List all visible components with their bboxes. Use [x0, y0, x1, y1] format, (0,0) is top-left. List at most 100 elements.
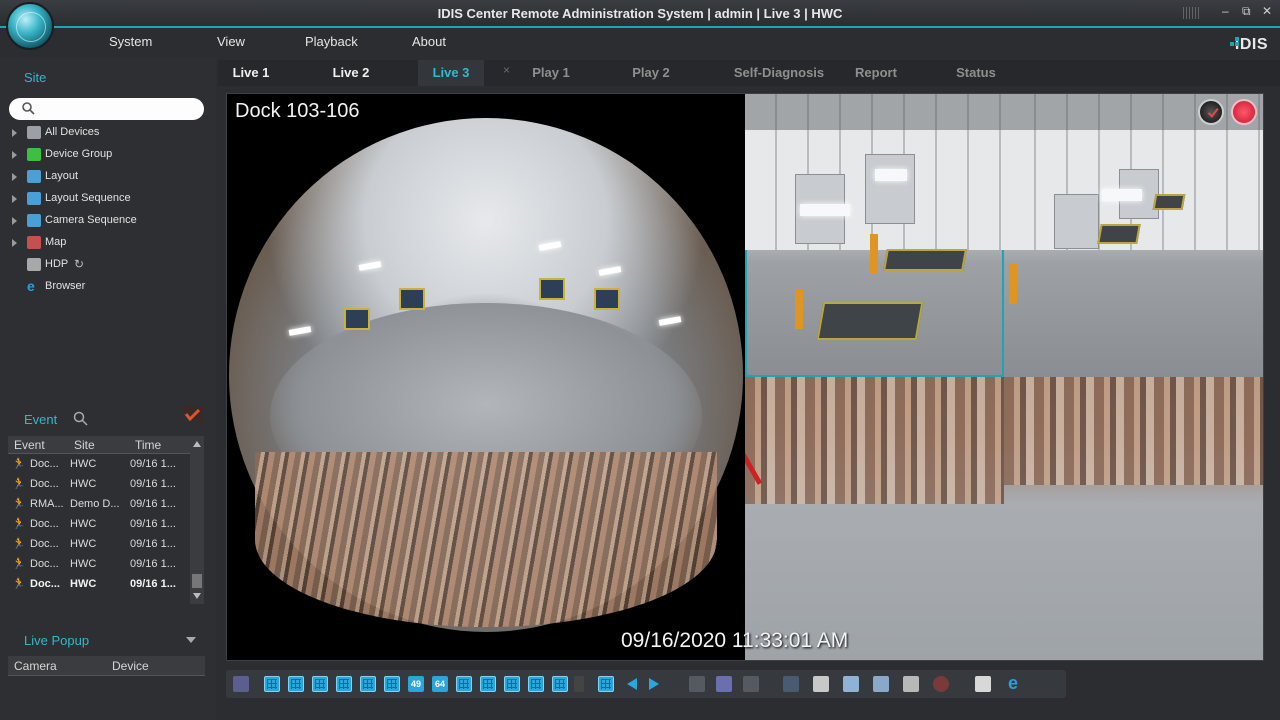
resize-grip-icon[interactable] — [1183, 7, 1199, 19]
event-search-icon[interactable] — [72, 411, 90, 427]
video-wall: Dock 103-106 09/16/2020 11:33:01 AM — [226, 93, 1264, 661]
event-col-event[interactable]: Event — [14, 438, 45, 452]
tree-item-device-group[interactable]: Device Group — [12, 147, 207, 165]
site-search-input[interactable] — [9, 98, 204, 120]
event-row[interactable]: 🏃 Doc... HWC 09/16 1... — [8, 475, 194, 495]
layout-1x1-icon[interactable] — [264, 676, 280, 692]
tab-status[interactable]: Status — [938, 60, 1014, 86]
tab-play-1[interactable]: Play 1 — [518, 60, 584, 86]
site-section-title: Site — [24, 70, 47, 85]
layout-custom-4-icon[interactable] — [528, 676, 544, 692]
event-row[interactable]: 🏃 Doc... HWC 09/16 1... — [8, 515, 194, 535]
scroll-down-icon[interactable] — [193, 593, 201, 599]
expand-arrow-icon[interactable] — [12, 173, 17, 181]
record-button-icon[interactable] — [1231, 99, 1257, 125]
menu-playback[interactable]: Playback — [305, 34, 358, 49]
menu-system[interactable]: System — [109, 34, 152, 49]
tab-live-2[interactable]: Live 2 — [318, 60, 384, 86]
event-row[interactable]: 🏃 Doc... HWC 09/16 1... — [8, 535, 194, 555]
tree-item-layout-sequence[interactable]: Layout Sequence — [12, 191, 207, 209]
event-row[interactable]: 🏃 Doc... HWC 09/16 1... — [8, 555, 194, 575]
collapse-arrow-icon[interactable] — [186, 637, 196, 643]
minimize-button[interactable]: – — [1222, 4, 1229, 18]
event-section-title: Event — [24, 412, 58, 427]
camera-title: Dock 103-106 — [235, 100, 360, 122]
menu-about[interactable]: About — [412, 34, 446, 49]
event-row[interactable]: 🏃 Doc... HWC 09/16 1... — [8, 575, 194, 595]
event-cell-site: Demo D... — [70, 498, 120, 510]
popup-col-camera[interactable]: Camera — [14, 659, 57, 673]
camera-cell-fisheye[interactable]: Dock 103-106 — [227, 94, 745, 660]
tree-item-label: HDP — [45, 258, 69, 270]
tree-item-camera-sequence[interactable]: Camera Sequence — [12, 213, 207, 231]
printer-icon[interactable] — [903, 676, 919, 692]
menu-view[interactable]: View — [217, 34, 245, 49]
layout-custom-3-icon[interactable] — [504, 676, 520, 692]
tab-close-icon[interactable]: × — [503, 63, 510, 77]
tab-live-3[interactable]: Live 3 — [418, 60, 484, 86]
save-icon[interactable] — [843, 676, 859, 692]
event-row[interactable]: 🏃 Doc... HWC 09/16 1... — [8, 455, 194, 475]
tree-item-label: Device Group — [45, 148, 113, 160]
camera-cell-5[interactable] — [1004, 377, 1263, 660]
expand-arrow-icon[interactable] — [12, 239, 17, 247]
record-status-icon[interactable] — [1198, 99, 1224, 125]
event-filter-check-icon[interactable] — [178, 406, 204, 426]
tree-item-layout[interactable]: Layout — [12, 169, 207, 187]
hdp-icon — [27, 258, 41, 271]
event-cell-event: Doc... — [30, 518, 59, 530]
event-scrollbar[interactable] — [190, 436, 204, 604]
layout-3x3-icon[interactable] — [312, 676, 328, 692]
motion-event-icon: 🏃 — [12, 578, 26, 590]
tab-self-diagnosis[interactable]: Self-Diagnosis — [718, 60, 840, 86]
camera-cell-3[interactable] — [1004, 94, 1263, 377]
previous-page-icon[interactable] — [624, 676, 640, 692]
next-page-icon[interactable] — [646, 676, 662, 692]
event-col-site[interactable]: Site — [74, 438, 95, 452]
cube-icon[interactable] — [783, 676, 799, 692]
record-icon[interactable] — [933, 676, 949, 692]
expand-arrow-icon[interactable] — [12, 195, 17, 203]
event-col-time[interactable]: Time — [135, 438, 161, 452]
layout-6x6-icon[interactable] — [384, 676, 400, 692]
document-icon[interactable] — [813, 676, 829, 692]
scroll-thumb[interactable] — [192, 574, 202, 588]
layout-5x5-icon[interactable] — [360, 676, 376, 692]
layout-custom-5-icon[interactable] — [552, 676, 568, 692]
expand-arrow-icon[interactable] — [12, 151, 17, 159]
popup-col-device[interactable]: Device — [112, 659, 149, 673]
tree-item-map[interactable]: Map — [12, 235, 207, 253]
expand-arrow-icon[interactable] — [12, 129, 17, 137]
camera-grid-icon[interactable] — [716, 676, 732, 692]
layout-49-icon[interactable]: 49 — [408, 676, 424, 692]
tab-live-1[interactable]: Live 1 — [218, 60, 284, 86]
book-icon[interactable] — [975, 676, 991, 692]
camera-sequence-icon — [27, 214, 41, 227]
close-button[interactable]: ✕ — [1262, 4, 1272, 18]
screen-layout-icon[interactable] — [233, 676, 249, 692]
camera-cell-4[interactable] — [745, 377, 1004, 660]
disabled-tool-1-icon[interactable] — [689, 676, 705, 692]
scroll-up-icon[interactable] — [193, 441, 201, 447]
layout-custom-1-icon[interactable] — [456, 676, 472, 692]
maximize-button[interactable]: ⧉ — [1242, 4, 1251, 19]
camera-cell-2[interactable] — [745, 94, 1004, 377]
layout-2x2-icon[interactable] — [288, 676, 304, 692]
tree-item-hdp[interactable]: HDP ↻ — [12, 257, 207, 275]
video-timestamp: 09/16/2020 11:33:01 AM — [621, 629, 849, 652]
event-row[interactable]: 🏃 RMA... Demo D... 09/16 1... — [8, 495, 194, 515]
refresh-icon[interactable]: ↻ — [74, 257, 84, 271]
tab-play-2[interactable]: Play 2 — [618, 60, 684, 86]
tree-item-browser[interactable]: e Browser — [12, 279, 207, 297]
layout-64-icon[interactable]: 64 — [432, 676, 448, 692]
tab-report[interactable]: Report — [838, 60, 914, 86]
layout-custom-2-icon[interactable] — [480, 676, 496, 692]
user-icon[interactable] — [873, 676, 889, 692]
fullscreen-icon[interactable] — [598, 676, 614, 692]
layout-4x4-icon[interactable] — [336, 676, 352, 692]
camera-list-icon[interactable] — [743, 676, 759, 692]
internet-explorer-icon[interactable]: e — [1005, 674, 1021, 692]
expand-arrow-icon[interactable] — [12, 217, 17, 225]
tree-item-all-devices[interactable]: All Devices — [12, 125, 207, 143]
layout-more-icon[interactable] — [574, 676, 584, 692]
